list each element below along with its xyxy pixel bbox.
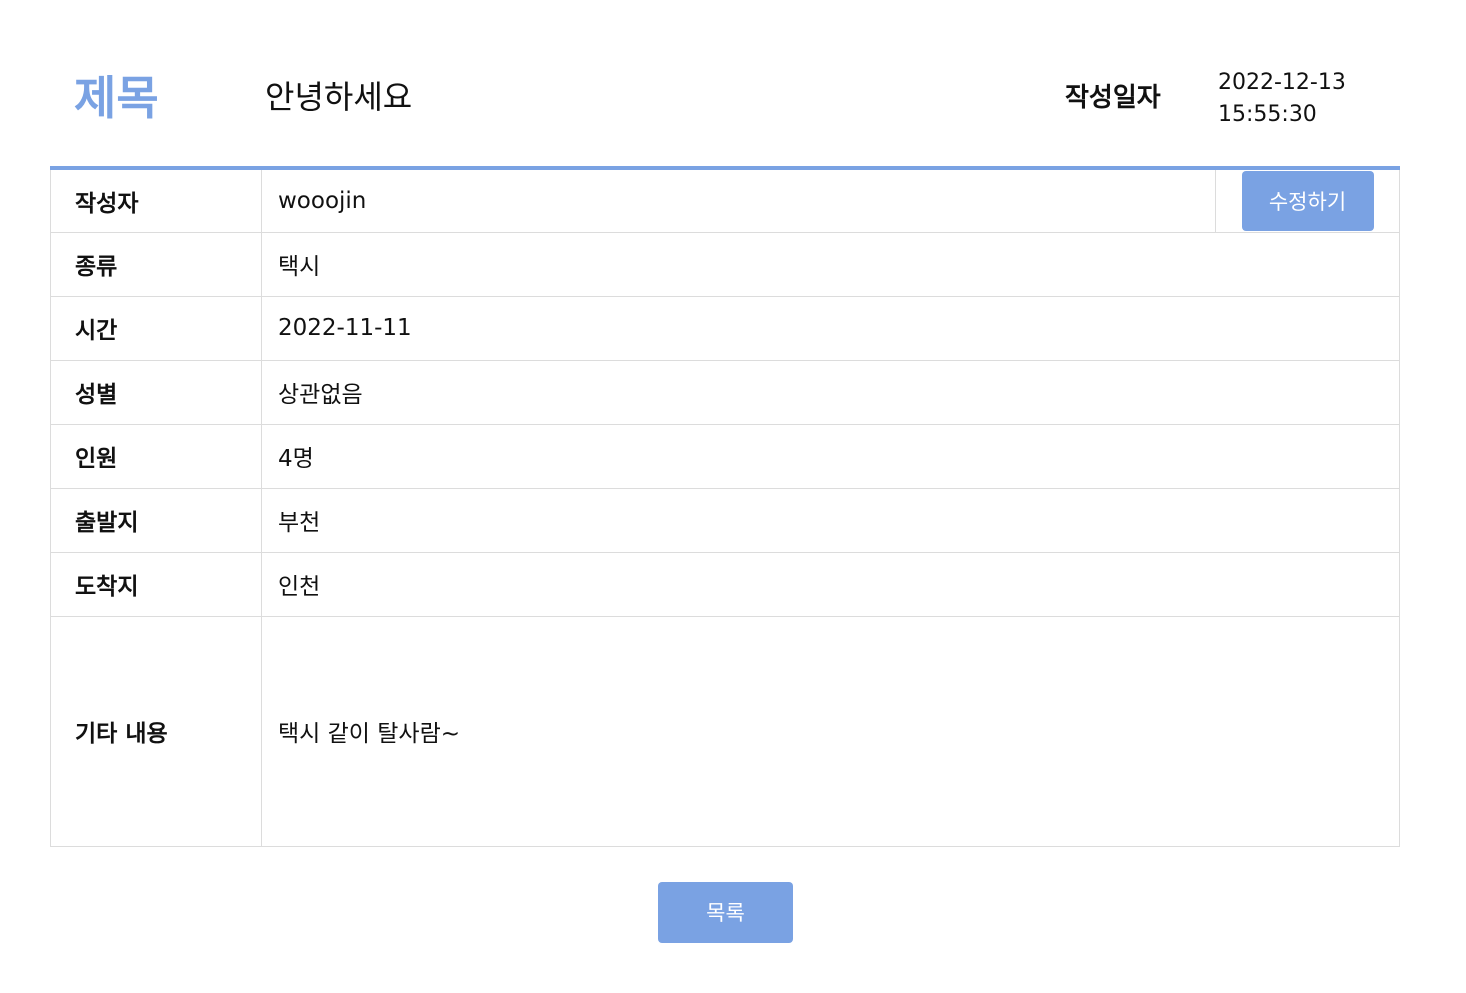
arrival-value: 인천 — [261, 551, 1400, 617]
people-label: 인원 — [50, 423, 262, 489]
departure-label: 출발지 — [50, 487, 262, 553]
table-row-gender: 성별 상관없음 — [50, 359, 1400, 425]
edit-cell: 수정하기 — [1215, 167, 1400, 233]
table-row-arrival: 도착지 인천 — [50, 551, 1400, 617]
title-label: 제목 — [74, 71, 159, 125]
table-row-type: 종류 택시 — [50, 231, 1400, 297]
arrival-label: 도착지 — [50, 551, 262, 617]
table-row-writer: 작성자 wooojin 수정하기 — [50, 167, 1400, 233]
post-header: 제목 안녕하세요 작성일자 2022-12-13 15:55:30 — [0, 0, 1466, 166]
list-button[interactable]: 목록 — [658, 882, 793, 943]
departure-value: 부천 — [261, 487, 1400, 553]
etc-value: 택시 같이 탈사람~ — [261, 615, 1400, 847]
people-value: 4명 — [261, 423, 1400, 489]
gender-value: 상관없음 — [261, 359, 1400, 425]
table-row-departure: 출발지 부천 — [50, 487, 1400, 553]
type-label: 종류 — [50, 231, 262, 297]
table-row-etc: 기타 내용 택시 같이 탈사람~ — [50, 615, 1400, 847]
edit-button[interactable]: 수정하기 — [1241, 170, 1374, 231]
writer-value: wooojin — [261, 167, 1216, 233]
time-value: 2022-11-11 — [261, 295, 1400, 361]
gender-label: 성별 — [50, 359, 262, 425]
table-row-people: 인원 4명 — [50, 423, 1400, 489]
date-label: 작성일자 — [1065, 83, 1161, 113]
type-value: 택시 — [261, 231, 1400, 297]
table-row-time: 시간 2022-11-11 — [50, 295, 1400, 361]
etc-label: 기타 내용 — [50, 615, 262, 847]
writer-label: 작성자 — [50, 167, 262, 233]
post-title: 안녕하세요 — [265, 78, 413, 116]
time-label: 시간 — [50, 295, 262, 361]
post-date: 2022-12-13 15:55:30 — [1218, 70, 1346, 127]
post-detail-table: 작성자 wooojin 수정하기 종류 택시 시간 2022-11-11 성별 … — [50, 166, 1400, 847]
